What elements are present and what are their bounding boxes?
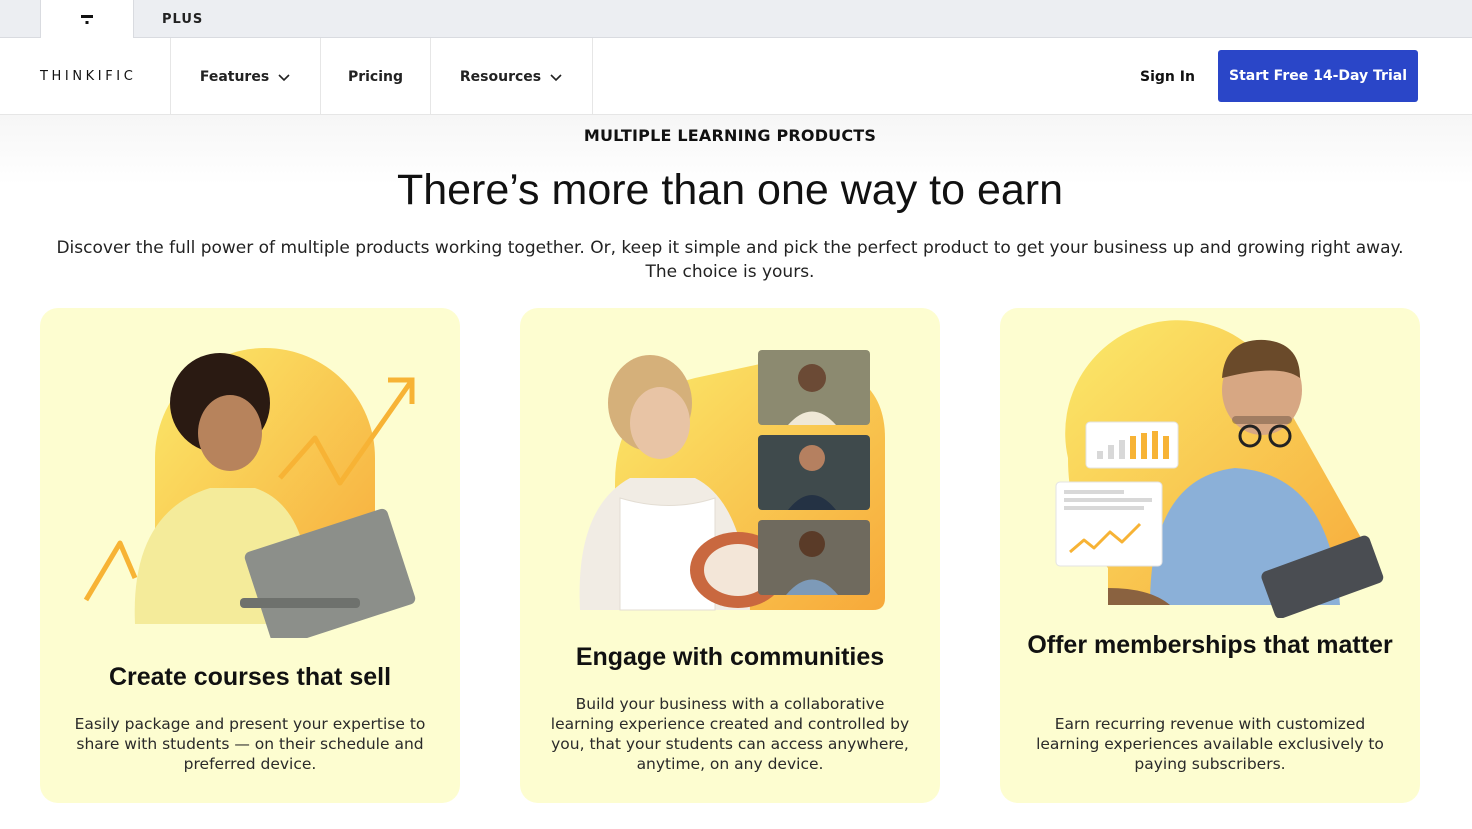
start-trial-button[interactable]: Start Free 14-Day Trial — [1218, 50, 1418, 102]
nav-pricing-label: Pricing — [347, 68, 404, 85]
thinkific-mark-icon — [81, 14, 93, 24]
thinkific-logo[interactable]: THINKIFIC — [40, 38, 136, 115]
card-title: Create courses that sell — [108, 663, 392, 691]
section-eyebrow: MULTIPLE LEARNING PRODUCTS — [583, 126, 877, 145]
product-card-communities[interactable]: Engage with communities Build your busin… — [520, 308, 940, 803]
main-navigation: THINKIFIC Features Pricing Resources Sig… — [0, 38, 1472, 115]
product-card-courses[interactable]: Create courses that sell Easily package … — [40, 308, 460, 803]
card-description: Build your business with a collaborative… — [550, 695, 910, 773]
nav-resources-label: Resources — [459, 68, 542, 85]
courses-illustration — [83, 348, 416, 638]
memberships-illustration — [1055, 320, 1384, 618]
card-title: Engage with communities — [575, 643, 885, 671]
section-description: Discover the full power of multiple prod… — [56, 238, 1404, 282]
tab-plus[interactable]: PLUS — [162, 0, 203, 38]
sign-in-link[interactable]: Sign In — [1140, 38, 1195, 115]
chevron-down-icon — [550, 73, 562, 81]
tab-thinkific[interactable] — [40, 0, 134, 39]
communities-illustration — [579, 350, 885, 611]
section-headline: There’s more than one way to earn — [396, 166, 1064, 214]
card-description: Earn recurring revenue with customized l… — [1036, 715, 1384, 773]
product-switcher-bar: PLUS — [0, 0, 1472, 39]
card-description: Easily package and present your expertis… — [74, 715, 426, 773]
nav-resources[interactable]: Resources — [430, 38, 593, 115]
chevron-down-icon — [278, 73, 290, 81]
nav-pricing[interactable]: Pricing — [320, 38, 430, 115]
card-title: Offer memberships that matter — [1027, 631, 1393, 659]
nav-features-label: Features — [199, 68, 270, 85]
nav-features[interactable]: Features — [170, 38, 320, 115]
product-card-memberships[interactable]: Offer memberships that matter Earn recur… — [1000, 308, 1420, 803]
